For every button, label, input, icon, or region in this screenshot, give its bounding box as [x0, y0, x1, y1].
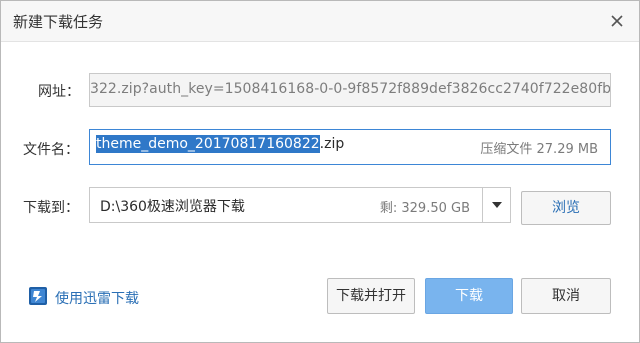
filename-value: theme_demo_20170817160822.zip — [96, 135, 345, 153]
url-field[interactable]: 322.zip?auth_key=1508416168-0-0-9f8572f8… — [89, 73, 611, 107]
download-dialog: 新建下载任务 网址： 322.zip?auth_key=1508416168-0… — [0, 0, 640, 343]
url-value: 322.zip?auth_key=1508416168-0-0-9f8572f8… — [90, 81, 611, 97]
thunder-icon — [29, 287, 47, 305]
file-size: 27.29 MB — [536, 142, 598, 157]
cancel-button[interactable]: 取消 — [521, 278, 611, 314]
file-type: 压缩文件 — [480, 142, 533, 157]
save-path-value: D:\360极速浏览器下载 — [100, 199, 245, 215]
filename-input[interactable]: theme_demo_20170817160822.zip 压缩文件 27.29… — [89, 129, 611, 165]
close-icon — [611, 15, 623, 27]
chevron-down-icon — [492, 202, 502, 208]
filename-label: 文件名： — [23, 142, 79, 158]
close-button[interactable] — [605, 9, 629, 33]
download-and-open-button[interactable]: 下载并打开 — [327, 278, 415, 314]
filename-extension: .zip — [319, 136, 345, 152]
free-space-text: 剩: 329.50 GB — [379, 201, 470, 216]
dialog-title: 新建下载任务 — [13, 13, 104, 31]
download-button[interactable]: 下载 — [425, 278, 513, 314]
browse-button[interactable]: 浏览 — [521, 191, 611, 225]
save-path-field[interactable]: D:\360极速浏览器下载 剩: 329.50 GB — [89, 187, 483, 223]
thunder-download-label: 使用迅雷下载 — [55, 291, 139, 307]
save-path-label: 下载到： — [23, 200, 79, 216]
filename-selected-text: theme_demo_20170817160822 — [96, 135, 320, 153]
file-info: 压缩文件 27.29 MB — [480, 138, 598, 157]
url-label: 网址： — [38, 84, 80, 100]
title-bar: 新建下载任务 — [1, 1, 639, 42]
save-path-dropdown-button[interactable] — [483, 187, 511, 223]
